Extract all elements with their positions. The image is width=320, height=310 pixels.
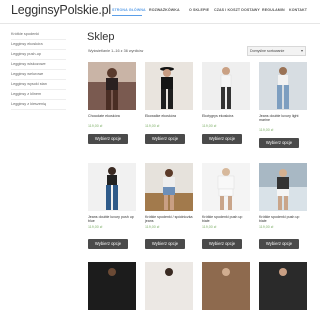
nav-item-delivery[interactable]: CZAS I KOSZT DOSTAWY <box>214 8 260 12</box>
product-name[interactable]: Ekotygrys ekoskóra <box>202 114 250 118</box>
site-header: LegginsyPolskie.pl STRONA GŁÓWNA ROZWAŻK… <box>0 0 320 24</box>
product-image[interactable] <box>88 262 136 310</box>
product-price: 119,00 zł <box>88 225 103 229</box>
product-price: 119,00 zł <box>145 225 160 229</box>
page-title: Sklep <box>87 31 115 43</box>
product-price: 119,00 zł <box>202 124 217 128</box>
product-name[interactable]: Jeans double luxury push up blue <box>88 215 136 223</box>
sidebar-item-pocket[interactable]: Legginsy z kieszenią <box>11 100 66 110</box>
nav-item-size-guide[interactable]: ROZWAŻKÓWKA <box>149 8 180 12</box>
choose-options-button[interactable]: Wybierz opcje <box>202 134 242 144</box>
sidebar-item-viscose[interactable]: Legginsy wiskozowe <box>11 60 66 70</box>
sidebar-item-gusset[interactable]: Legginsy z klinem <box>11 90 66 100</box>
product-name[interactable]: Ekowalke ekoskóra <box>145 114 193 118</box>
sort-select[interactable]: Domyślne sortowanie ▾ <box>247 46 306 56</box>
sidebar-item-high-waist[interactable]: Legginsy wysoki stan <box>11 80 66 90</box>
product-name[interactable]: Krótkie spodenki push up białe <box>259 215 307 223</box>
nav-item-about[interactable]: O SKLEPIE <box>189 8 209 12</box>
product-image[interactable] <box>259 163 307 211</box>
choose-options-button[interactable]: Wybierz opcje <box>88 134 128 144</box>
product-name[interactable]: Krótkie spodenki / spódniczka jeans <box>145 215 193 223</box>
product-image[interactable] <box>145 163 193 211</box>
product-image[interactable] <box>202 163 250 211</box>
product-name[interactable]: Krótkie spodenki push up białe <box>202 215 250 223</box>
choose-options-button[interactable]: Wybierz opcje <box>145 134 185 144</box>
choose-options-button[interactable]: Wybierz opcje <box>202 239 242 249</box>
product-price: 119,00 zł <box>145 124 160 128</box>
product-price: 119,00 zł <box>202 225 217 229</box>
choose-options-button[interactable]: Wybierz opcje <box>259 138 299 148</box>
nav-active-underline <box>112 15 142 16</box>
sort-selected-value: Domyślne sortowanie <box>250 49 285 53</box>
sidebar-item-shorts[interactable]: Krótkie spodenki <box>11 30 66 40</box>
product-price: 119,00 zł <box>259 225 274 229</box>
product-image[interactable] <box>88 163 136 211</box>
product-image[interactable] <box>259 262 307 310</box>
sidebar-item-eco-leather[interactable]: Legginsy ekoskóra <box>11 40 66 50</box>
product-name[interactable]: Jeans double luxury light marine <box>259 114 307 122</box>
nav-item-terms[interactable]: REGULAMIN <box>262 8 285 12</box>
product-price: 119,00 zł <box>259 128 274 132</box>
product-image[interactable] <box>88 62 136 110</box>
product-image[interactable] <box>145 62 193 110</box>
product-image[interactable] <box>202 62 250 110</box>
site-logo[interactable]: LegginsyPolskie.pl <box>11 3 111 17</box>
product-name[interactable]: Chocolate ekoskóra <box>88 114 136 118</box>
sidebar-item-push-up[interactable]: Legginsy push-up <box>11 50 66 60</box>
product-image[interactable] <box>145 262 193 310</box>
product-price: 119,00 zł <box>88 124 103 128</box>
choose-options-button[interactable]: Wybierz opcje <box>145 239 185 249</box>
product-image[interactable] <box>202 262 250 310</box>
choose-options-button[interactable]: Wybierz opcje <box>88 239 128 249</box>
result-count: Wyświetlanie 1–16 z 36 wyników <box>88 49 144 53</box>
nav-item-home[interactable]: STRONA GŁÓWNA <box>112 8 146 12</box>
product-image[interactable] <box>259 62 307 110</box>
choose-options-button[interactable]: Wybierz opcje <box>259 239 299 249</box>
nav-item-contact[interactable]: KONTAKT <box>289 8 307 12</box>
chevron-down-icon: ▾ <box>300 48 303 53</box>
sidebar-item-velour[interactable]: Legginsy welurowe <box>11 70 66 80</box>
